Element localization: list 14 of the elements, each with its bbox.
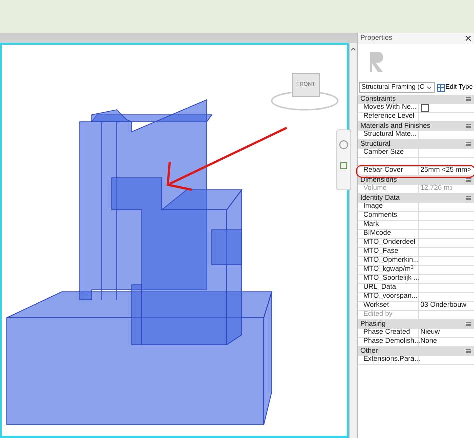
family-preview-icon bbox=[368, 50, 386, 74]
collapse-icon[interactable] bbox=[466, 142, 471, 146]
caret-icon bbox=[426, 86, 432, 90]
collapse-icon[interactable] bbox=[466, 322, 471, 326]
collapse-icon[interactable] bbox=[466, 124, 471, 128]
close-icon[interactable] bbox=[466, 36, 471, 41]
navigation-bar[interactable] bbox=[336, 130, 352, 190]
collapse-icon[interactable] bbox=[466, 196, 471, 200]
collapse-icon[interactable] bbox=[466, 178, 471, 182]
collapse-icon[interactable] bbox=[466, 96, 471, 102]
scroll-up-icon[interactable] bbox=[350, 47, 356, 52]
collapse-icon[interactable] bbox=[466, 348, 471, 354]
checkbox[interactable] bbox=[420, 104, 429, 112]
edit-type-icon bbox=[436, 84, 445, 92]
